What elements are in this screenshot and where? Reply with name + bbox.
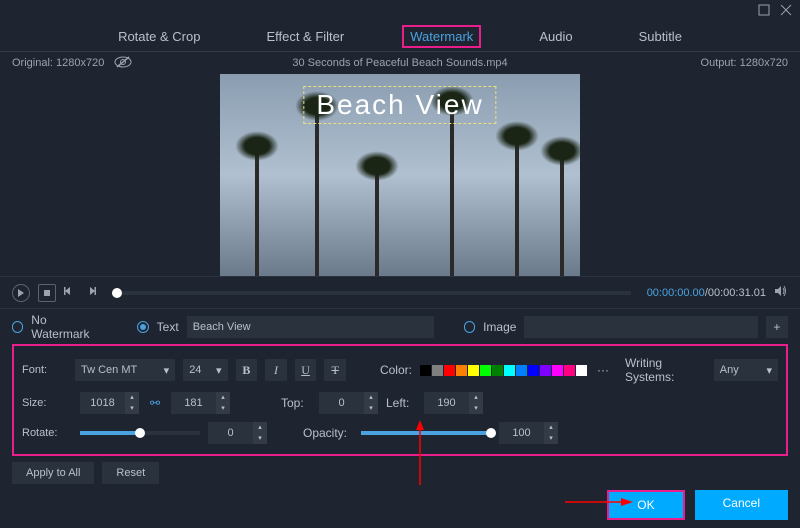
properties-panel: Font: Tw Cen MT▾ 24▾ B I U T Color: ··· … <box>12 344 788 456</box>
label-text: Text <box>157 320 179 334</box>
playback-controls: 00:00:00.00/00:00:31.01 <box>0 276 800 308</box>
tab-watermark[interactable]: Watermark <box>402 25 481 48</box>
color-swatch[interactable] <box>528 365 539 376</box>
time-display: 00:00:00.00/00:00:31.01 <box>647 287 766 299</box>
underline-button[interactable]: U <box>295 359 317 381</box>
watermark-overlay[interactable]: Beach View <box>303 86 496 124</box>
progress-bar[interactable] <box>112 291 631 295</box>
writing-systems-dropdown[interactable]: Any▾ <box>714 359 778 381</box>
original-resolution: Original: 1280x720 <box>12 57 104 69</box>
tab-audio[interactable]: Audio <box>531 25 580 48</box>
color-swatch[interactable] <box>504 365 515 376</box>
more-colors-icon[interactable]: ··· <box>597 363 609 377</box>
font-size-dropdown[interactable]: 24▾ <box>183 359 227 381</box>
height-spinner[interactable]: ▴▾ <box>171 392 230 414</box>
maximize-icon[interactable] <box>758 4 770 19</box>
add-image-button[interactable]: + <box>766 316 788 338</box>
color-label: Color: <box>380 363 412 377</box>
next-icon[interactable] <box>84 285 96 300</box>
tab-rotate-crop[interactable]: Rotate & Crop <box>110 25 208 48</box>
apply-all-button[interactable]: Apply to All <box>12 462 94 484</box>
footer: OK Cancel <box>607 490 788 520</box>
watermark-type-row: No Watermark Text Image + <box>0 308 800 344</box>
action-row: Apply to All Reset <box>0 456 800 490</box>
close-icon[interactable] <box>780 4 792 19</box>
left-label: Left: <box>386 396 416 410</box>
prev-icon[interactable] <box>64 285 76 300</box>
opacity-spinner[interactable]: ▴▾ <box>499 422 558 444</box>
color-swatch[interactable] <box>576 365 587 376</box>
color-swatch[interactable] <box>540 365 551 376</box>
italic-button[interactable]: I <box>265 359 287 381</box>
tab-effect-filter[interactable]: Effect & Filter <box>258 25 352 48</box>
text-watermark-input[interactable] <box>187 316 434 338</box>
color-swatch[interactable] <box>552 365 563 376</box>
progress-thumb[interactable] <box>112 288 122 298</box>
titlebar <box>0 0 800 22</box>
color-swatch[interactable] <box>492 365 503 376</box>
preview-area: Beach View <box>0 74 800 276</box>
eye-off-icon[interactable] <box>114 56 132 71</box>
rotate-slider[interactable] <box>80 431 200 435</box>
top-label: Top: <box>281 396 311 410</box>
width-spinner[interactable]: ▴▾ <box>80 392 139 414</box>
meta-row: Original: 1280x720 30 Seconds of Peacefu… <box>0 52 800 74</box>
font-label: Font: <box>22 364 67 376</box>
radio-text[interactable] <box>137 321 148 333</box>
rotate-spinner[interactable]: ▴▾ <box>208 422 267 444</box>
reset-button[interactable]: Reset <box>102 462 159 484</box>
image-watermark-input[interactable] <box>524 316 757 338</box>
color-swatch[interactable] <box>564 365 575 376</box>
cancel-button[interactable]: Cancel <box>695 490 788 520</box>
left-spinner[interactable]: ▴▾ <box>424 392 483 414</box>
size-label: Size: <box>22 397 72 409</box>
strikethrough-button[interactable]: T <box>324 359 346 381</box>
bold-button[interactable]: B <box>236 359 258 381</box>
top-spinner[interactable]: ▴▾ <box>319 392 378 414</box>
tab-subtitle[interactable]: Subtitle <box>631 25 690 48</box>
filename: 30 Seconds of Peaceful Beach Sounds.mp4 <box>162 57 638 69</box>
radio-no-watermark[interactable] <box>12 321 23 333</box>
tabs: Rotate & Crop Effect & Filter Watermark … <box>0 22 800 52</box>
color-swatch[interactable] <box>432 365 443 376</box>
ok-button[interactable]: OK <box>607 490 684 520</box>
color-swatch[interactable] <box>516 365 527 376</box>
color-swatch[interactable] <box>420 365 431 376</box>
stop-icon[interactable] <box>38 284 56 302</box>
color-swatch[interactable] <box>480 365 491 376</box>
font-family-dropdown[interactable]: Tw Cen MT▾ <box>75 359 175 381</box>
color-swatches <box>420 365 587 376</box>
opacity-label: Opacity: <box>303 426 353 440</box>
label-no-watermark: No Watermark <box>31 313 102 341</box>
link-aspect-icon[interactable]: ⚯ <box>147 396 163 410</box>
output-resolution: Output: 1280x720 <box>638 57 788 69</box>
color-swatch[interactable] <box>444 365 455 376</box>
label-image: Image <box>483 320 516 334</box>
rotate-label: Rotate: <box>22 427 72 439</box>
color-swatch[interactable] <box>468 365 479 376</box>
preview-video[interactable]: Beach View <box>220 74 580 276</box>
writing-systems-label: Writing Systems: <box>625 356 706 384</box>
volume-icon[interactable] <box>774 284 788 301</box>
color-swatch[interactable] <box>456 365 467 376</box>
opacity-slider[interactable] <box>361 431 491 435</box>
play-icon[interactable] <box>12 284 30 302</box>
radio-image[interactable] <box>464 321 475 333</box>
